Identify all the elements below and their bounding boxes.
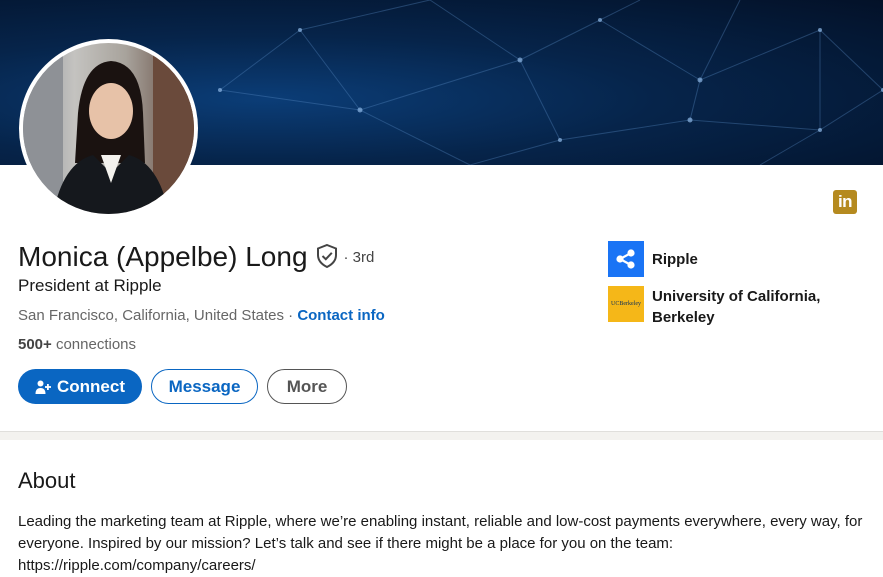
more-label: More [286, 376, 328, 396]
connections-number: 500+ [18, 336, 52, 353]
profile-headline: President at Ripple [18, 276, 162, 295]
person-plus-icon [35, 379, 51, 395]
school-name: University of California, Berkeley [652, 288, 821, 326]
berkeley-logo-icon: UCBerkeley [608, 286, 644, 322]
ripple-logo-icon [608, 241, 644, 277]
current-company[interactable]: Ripple [608, 241, 698, 277]
profile-photo-frame [19, 39, 198, 218]
connections-label: connections [51, 336, 137, 353]
linkedin-icon[interactable]: in [833, 190, 857, 214]
about-heading: About [18, 468, 76, 493]
connections-count[interactable]: 500+ connections [18, 336, 136, 353]
location-separator: · [283, 307, 298, 324]
shield-check-icon[interactable] [316, 243, 338, 273]
contact-info-link[interactable]: Contact info [297, 307, 385, 324]
connect-button[interactable]: Connect [18, 369, 142, 404]
profile-photo[interactable] [23, 43, 194, 214]
name-row: Monica (Appelbe) Long · 3rd [18, 241, 374, 273]
berkeley-logo-text: UCBerkeley [611, 301, 641, 307]
company-name: Ripple [652, 251, 698, 268]
message-button[interactable]: Message [151, 369, 258, 404]
about-text: Leading the marketing team at Ripple, wh… [18, 513, 863, 574]
profile-name: Monica (Appelbe) Long [18, 241, 308, 272]
section-divider [0, 431, 883, 440]
location-row: San Francisco, California, United States… [18, 307, 385, 324]
connection-degree: · 3rd [343, 248, 375, 266]
message-label: Message [168, 376, 241, 396]
more-button[interactable]: More [267, 369, 347, 404]
connect-label: Connect [57, 376, 125, 396]
education-school[interactable]: UCBerkeley University of California, Ber… [608, 286, 827, 328]
profile-location: San Francisco, California, United States [18, 307, 284, 324]
